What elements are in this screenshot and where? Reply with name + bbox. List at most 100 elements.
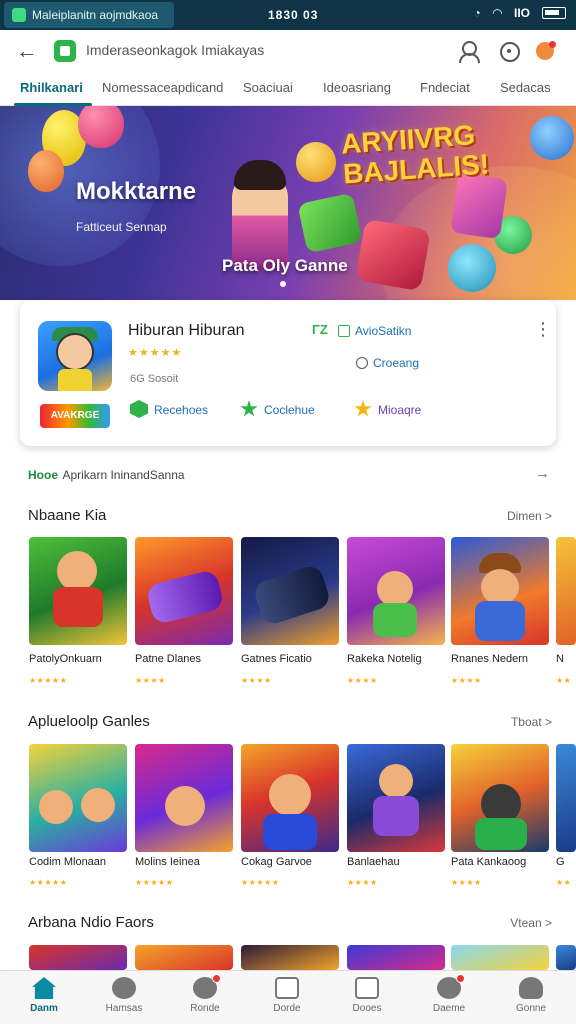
game-card[interactable] bbox=[451, 744, 549, 852]
tab-bar: Rhilkanari Nomessaceapdicand Soaciuai Id… bbox=[0, 72, 576, 106]
game-card[interactable] bbox=[347, 744, 445, 852]
game-rating: ★★ bbox=[556, 676, 572, 685]
app-rating: ★★★★★ bbox=[128, 347, 183, 359]
character-body bbox=[475, 601, 525, 641]
notification-text: Maleiplanitn aojmdkaoa bbox=[32, 8, 159, 22]
chip-2[interactable]: Mioaqre bbox=[354, 400, 421, 418]
game-card[interactable] bbox=[29, 744, 127, 852]
link-2[interactable]: Croeang bbox=[356, 356, 419, 370]
nav-label: Daeme bbox=[432, 1003, 466, 1014]
game-title: N bbox=[556, 653, 564, 665]
game-card[interactable] bbox=[556, 744, 576, 852]
arrow-right-icon[interactable]: → bbox=[535, 465, 550, 482]
banner-headline: ARYIIVRG BAJLALIS! bbox=[340, 119, 491, 190]
banner-title: Mokktarne bbox=[76, 178, 197, 205]
game-title: Codim Mlonaan bbox=[29, 856, 107, 868]
tab-4[interactable]: Fndeciat bbox=[420, 80, 470, 95]
link-icon bbox=[338, 325, 350, 337]
section-1-more[interactable]: Dimen > bbox=[507, 509, 552, 523]
wifi-icon: ◠ bbox=[492, 6, 502, 20]
link-1[interactable]: AvioSatikn bbox=[338, 324, 411, 338]
chip-1[interactable]: Coclehue bbox=[240, 400, 315, 418]
nav-label: Gonne bbox=[515, 1003, 547, 1014]
game-card[interactable] bbox=[29, 945, 127, 970]
app-tag: AVAKRGE CLARTE bbox=[40, 404, 110, 428]
game-title: PatolyOnkuarn bbox=[29, 653, 102, 665]
dice-icon bbox=[297, 192, 363, 254]
game-card[interactable] bbox=[556, 537, 576, 645]
notification-pill[interactable]: Maleiplanitn aojmdkaoa bbox=[4, 2, 174, 28]
game-card[interactable] bbox=[241, 744, 339, 852]
character-body bbox=[53, 587, 103, 627]
chip-0[interactable]: Recehoes bbox=[130, 400, 208, 418]
nav-games[interactable]: Hamsas bbox=[89, 977, 159, 1014]
account-icon[interactable] bbox=[456, 39, 480, 63]
game-card[interactable] bbox=[241, 945, 339, 970]
character-body bbox=[373, 603, 417, 637]
tab-1[interactable]: Nomessaceapdicand bbox=[102, 80, 223, 95]
bell-icon bbox=[193, 974, 221, 999]
game-card[interactable] bbox=[347, 945, 445, 970]
settings-icon[interactable] bbox=[497, 39, 521, 63]
more-options-icon[interactable]: ⋮ bbox=[534, 320, 552, 338]
notification-badge bbox=[456, 974, 465, 983]
game-card[interactable] bbox=[241, 537, 339, 645]
tab-2[interactable]: Soaciuai bbox=[243, 80, 293, 95]
hero-banner[interactable]: ARYIIVRG BAJLALIS! Mokktarne Fatticeut S… bbox=[0, 106, 576, 300]
section-3-more[interactable]: Vtean > bbox=[510, 916, 552, 930]
link-2-label: Croeang bbox=[373, 356, 420, 370]
game-title: Rnanes Nedern bbox=[451, 653, 529, 665]
recommend-row[interactable]: Hooe Aprikarn IninandSanna → bbox=[28, 465, 554, 484]
tab-3[interactable]: Ideoasriang bbox=[323, 80, 391, 95]
game-card[interactable] bbox=[135, 945, 233, 970]
tab-5[interactable]: Sedacas bbox=[500, 80, 551, 95]
banner-cta[interactable]: Pata Oly Ganne bbox=[222, 256, 348, 276]
game-rating: ★★★★★ bbox=[135, 878, 174, 887]
section-2-more[interactable]: Tboat > bbox=[511, 715, 552, 729]
section-1-title: Nbaane Kia bbox=[28, 507, 107, 524]
link-1-label: AvioSatikn bbox=[355, 324, 412, 338]
nav-library[interactable]: Dooes bbox=[332, 977, 402, 1014]
game-card[interactable] bbox=[135, 744, 233, 852]
search-query[interactable]: Imderaseonkagok Imiakayas bbox=[86, 42, 264, 58]
clock-icon: ◔ bbox=[473, 6, 481, 20]
recommend-title: Aprikarn IninandSanna bbox=[62, 468, 185, 482]
nav-profile[interactable]: Gonne bbox=[496, 977, 566, 1014]
character-head bbox=[269, 774, 311, 816]
game-card[interactable] bbox=[135, 537, 233, 645]
nav-label: Ronde bbox=[190, 1003, 220, 1014]
game-card[interactable] bbox=[347, 537, 445, 645]
nav-docs[interactable]: Dorde bbox=[252, 977, 322, 1014]
character-body bbox=[263, 814, 317, 850]
nav-home[interactable]: Danm bbox=[9, 977, 79, 1014]
game-rating: ★★★★★ bbox=[241, 878, 280, 887]
game-rating: ★★★★ bbox=[347, 676, 378, 685]
back-arrow-icon[interactable]: ← bbox=[14, 38, 40, 64]
featured-app-card[interactable]: Hiburan Hiburan ★★★★★ 6G Sosoit AVAKRGE … bbox=[20, 300, 556, 446]
avatar[interactable] bbox=[534, 39, 558, 63]
game-card[interactable] bbox=[451, 945, 549, 970]
game-card[interactable] bbox=[451, 537, 549, 645]
character-body bbox=[475, 818, 527, 850]
battery-icon bbox=[542, 7, 566, 19]
hair-shape bbox=[234, 160, 286, 190]
tab-0[interactable]: Rhilkanari bbox=[20, 80, 83, 95]
game-card[interactable] bbox=[29, 537, 127, 645]
recommend-tag: Hooe bbox=[28, 468, 58, 482]
game-card[interactable] bbox=[556, 945, 576, 970]
game-rating: ★★★★ bbox=[135, 676, 166, 685]
signal-label: IIO bbox=[513, 6, 530, 20]
nav-rewards[interactable]: Daeme bbox=[414, 974, 484, 1014]
chip-0-label: Recehoes bbox=[154, 403, 209, 417]
coin-icon bbox=[530, 116, 574, 160]
carousel-dot[interactable] bbox=[280, 281, 286, 287]
game-title: Patne Dlanes bbox=[135, 653, 202, 665]
game-title: Banlaehau bbox=[347, 856, 400, 868]
game-title: Rakeka Notelig bbox=[347, 653, 422, 665]
character-head bbox=[165, 786, 205, 826]
star-outline-icon bbox=[240, 400, 258, 417]
nav-notifications[interactable]: Ronde bbox=[170, 974, 240, 1014]
banner-subtitle: Fatticeut Sennap bbox=[76, 220, 167, 234]
app-icon[interactable] bbox=[38, 321, 112, 391]
status-icons: ◔ ◠ IIO bbox=[473, 6, 566, 20]
